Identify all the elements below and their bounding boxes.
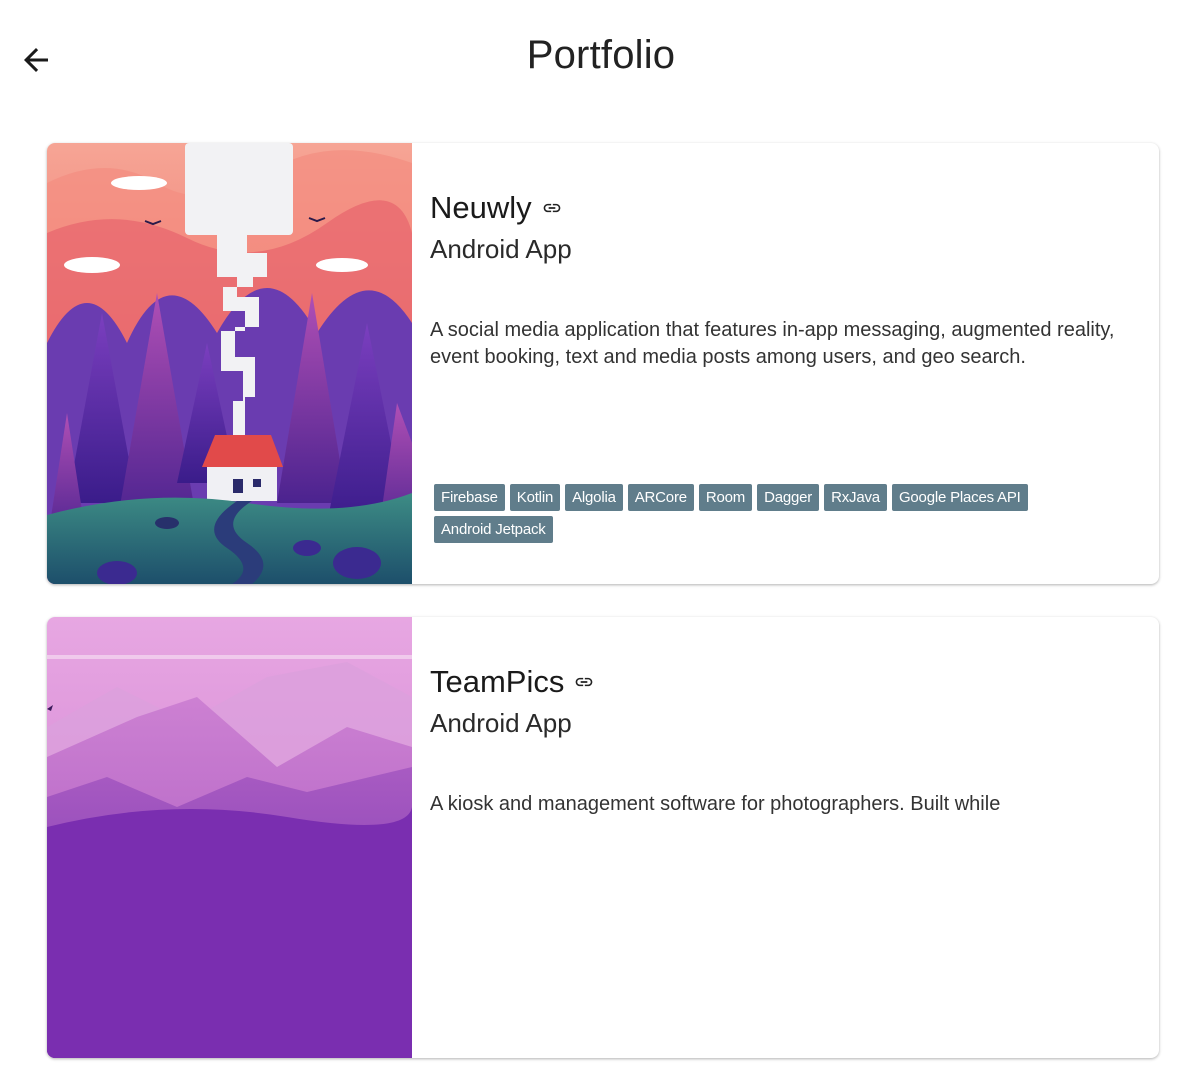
tag-list: Firebase Kotlin Algolia ARCore Room Dagg…	[434, 484, 1114, 543]
link-icon[interactable]	[542, 198, 562, 218]
project-title-row: Neuwly	[430, 187, 1139, 229]
project-title: Neuwly	[430, 190, 532, 225]
tag-chip: ARCore	[627, 484, 694, 511]
project-description: A kiosk and management software for phot…	[430, 793, 1001, 815]
project-body-neuwly: Neuwly Android App A social media applic…	[412, 143, 1159, 584]
project-card-teampics[interactable]: TeamPics Android App A kiosk and managem…	[47, 617, 1159, 1058]
tag-chip: Google Places API	[891, 484, 1028, 511]
tag-chip: Room	[698, 484, 753, 511]
project-image-teampics	[47, 617, 412, 1058]
project-list: Neuwly Android App A social media applic…	[47, 143, 1159, 1091]
project-subtitle: Android App	[430, 234, 572, 264]
tag-chip: RxJava	[824, 484, 887, 511]
tag-chip: Kotlin	[509, 484, 561, 511]
project-title-row: TeamPics	[430, 661, 1139, 703]
tag-chip: Firebase	[434, 484, 505, 511]
project-description: A social media application that features…	[430, 319, 1115, 368]
page-title: Portfolio	[526, 33, 676, 77]
project-card-neuwly[interactable]: Neuwly Android App A social media applic…	[47, 143, 1159, 584]
project-image-neuwly	[47, 143, 412, 584]
tag-chip: Algolia	[565, 484, 623, 511]
link-icon[interactable]	[574, 672, 594, 692]
tag-chip: Android Jetpack	[434, 516, 553, 543]
project-title: TeamPics	[430, 664, 565, 699]
project-subtitle: Android App	[430, 708, 572, 738]
project-body-teampics: TeamPics Android App A kiosk and managem…	[412, 617, 1159, 1058]
tag-chip: Dagger	[757, 484, 820, 511]
app-bar: Portfolio	[0, 0, 1202, 118]
